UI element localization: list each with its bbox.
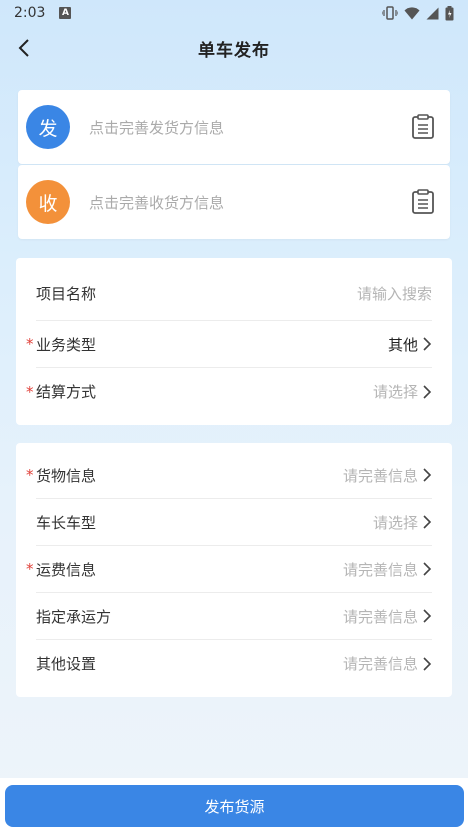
carrier-label: 指定承运方: [36, 607, 112, 626]
vehicle-value: 请选择: [373, 512, 432, 533]
back-button[interactable]: [12, 34, 36, 62]
project-name-label: 项目名称: [36, 284, 97, 303]
cargo-value: 请完善信息: [343, 465, 432, 486]
settlement-label: 结算方式: [36, 383, 97, 401]
sender-card[interactable]: 发 点击完善发货方信息: [18, 90, 450, 164]
chevron-right-icon: [422, 384, 432, 400]
receiver-card[interactable]: 收 点击完善收货方信息: [18, 165, 450, 239]
other-settings-value: 请完善信息: [343, 653, 432, 674]
publish-button[interactable]: 发布货源: [5, 785, 464, 827]
required-mark: *: [26, 335, 34, 353]
other-settings-row[interactable]: 其他设置 请完善信息: [36, 640, 432, 687]
project-name-row[interactable]: 项目名称 请输入搜索: [36, 258, 432, 321]
freight-text: 请完善信息: [342, 560, 418, 579]
vehicle-text: 请选择: [372, 513, 418, 532]
status-bar: 2:03 A: [0, 0, 468, 26]
nav-bar: 单车发布: [0, 26, 468, 70]
vibrate-icon: [382, 6, 398, 20]
required-mark: *: [26, 560, 34, 578]
receiver-badge: 收: [26, 180, 70, 224]
chevron-right-icon: [422, 656, 432, 672]
settlement-text: 请选择: [372, 383, 418, 401]
sender-placeholder: 点击完善发货方信息: [89, 118, 225, 137]
vehicle-row[interactable]: 车长车型 请选择: [36, 499, 432, 546]
page-title: 单车发布: [198, 40, 270, 61]
carrier-text: 请完善信息: [342, 607, 418, 626]
signal-icon: [426, 7, 439, 20]
chevron-right-icon: [422, 336, 432, 352]
cargo-label: 货物信息: [36, 466, 97, 485]
status-icons: [382, 5, 454, 21]
project-name-input[interactable]: 请输入搜索: [357, 283, 432, 304]
business-type-label: 业务类型: [36, 335, 97, 354]
clipboard-icon: [412, 189, 434, 214]
chevron-right-icon: [422, 467, 432, 483]
wifi-icon: [404, 6, 420, 20]
settlement-value: 请选择: [373, 381, 432, 402]
notification-icon: A: [59, 7, 72, 19]
other-settings-label: 其他设置: [36, 655, 97, 673]
receiver-clipboard-button[interactable]: [408, 187, 438, 217]
chevron-right-icon: [422, 514, 432, 530]
carrier-value: 请完善信息: [343, 606, 432, 627]
status-time: 2:03: [14, 5, 46, 21]
business-type-row[interactable]: * 业务类型 其他: [26, 321, 432, 368]
chevron-right-icon: [422, 608, 432, 624]
sender-badge: 发: [26, 105, 70, 149]
battery-icon: [445, 5, 454, 21]
carrier-row[interactable]: 指定承运方 请完善信息: [36, 593, 432, 640]
clipboard-icon: [412, 114, 434, 139]
chevron-left-icon: [18, 39, 29, 57]
freight-value: 请完善信息: [343, 559, 432, 580]
settlement-row[interactable]: * 结算方式 请选择: [26, 368, 432, 415]
required-mark: *: [26, 466, 34, 484]
required-mark: *: [26, 382, 34, 401]
chevron-right-icon: [422, 561, 432, 577]
freight-label: 运费信息: [36, 560, 97, 579]
freight-row[interactable]: * 运费信息 请完善信息: [26, 546, 432, 593]
business-type-value: 其他: [388, 334, 432, 355]
receiver-placeholder: 点击完善收货方信息: [89, 193, 225, 212]
cargo-row[interactable]: * 货物信息 请完善信息: [26, 452, 432, 499]
sender-clipboard-button[interactable]: [408, 112, 438, 142]
business-type-text: 其他: [387, 335, 418, 354]
basic-info-section: 项目名称 请输入搜索 * 业务类型 其他 * 结算方式 请选择: [16, 258, 452, 425]
cargo-text: 请完善信息: [342, 466, 418, 485]
vehicle-label: 车长车型: [36, 513, 97, 532]
cargo-info-section: * 货物信息 请完善信息 车长车型 请选择 * 运费信息 请完善信息 指定承运方…: [16, 443, 452, 697]
other-settings-text: 请完善信息: [342, 655, 418, 673]
